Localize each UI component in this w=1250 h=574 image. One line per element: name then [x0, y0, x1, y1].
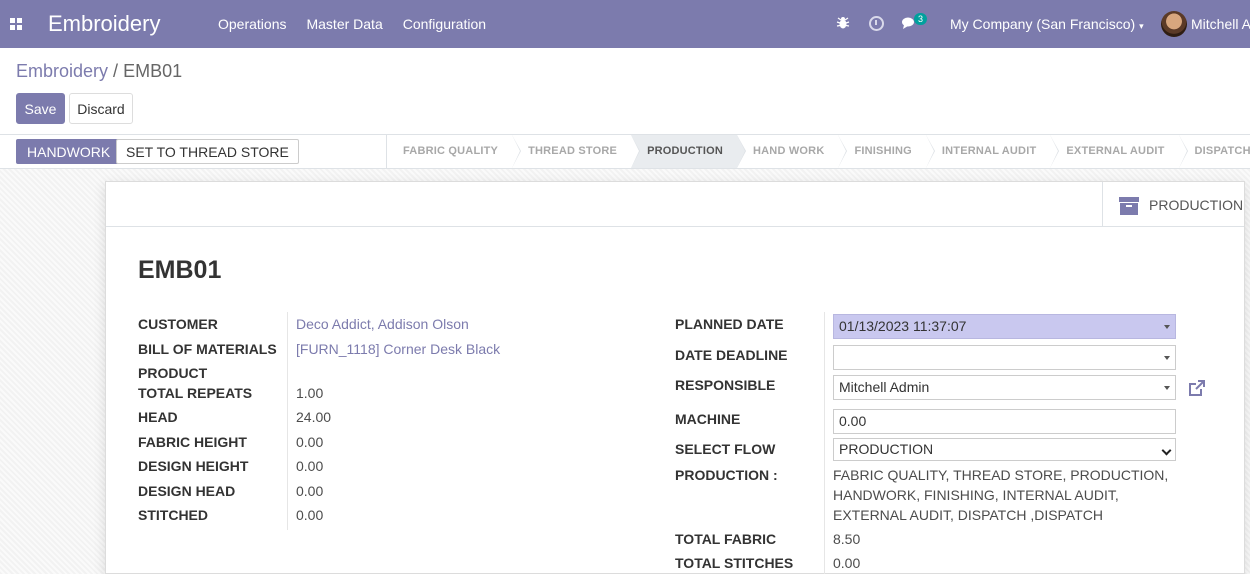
- responsible-value: Mitchell Admin: [839, 379, 930, 395]
- product-label: PRODUCT: [138, 365, 208, 381]
- date-deadline-input[interactable]: [833, 345, 1176, 370]
- stage-thread-store[interactable]: THREAD STORE: [512, 135, 641, 168]
- record-title: EMB01: [138, 256, 222, 284]
- production-smart-button[interactable]: PRODUCTION: [1102, 182, 1244, 227]
- right-group-divider: [824, 312, 825, 574]
- customer-value[interactable]: Deco Addict, Addison Olson: [296, 316, 469, 332]
- planned-date-label: PLANNED DATE: [675, 316, 784, 332]
- external-link-icon[interactable]: [1187, 378, 1207, 398]
- bom-label: BILL OF MATERIALS: [138, 341, 277, 357]
- stage-hand-work[interactable]: HAND WORK: [737, 135, 848, 168]
- fabric-height-label: FABRIC HEIGHT: [138, 434, 247, 450]
- select-flow-label: SELECT FLOW: [675, 441, 776, 457]
- head-value: 24.00: [296, 409, 332, 425]
- planned-date-value: 01/13/2023 11:37:07: [839, 318, 967, 334]
- machine-value: 0.00: [839, 413, 867, 429]
- clock-icon[interactable]: [869, 16, 884, 31]
- archive-icon: [1119, 197, 1139, 215]
- breadcrumb-current: EMB01: [123, 61, 183, 81]
- date-deadline-label: DATE DEADLINE: [675, 347, 788, 363]
- breadcrumb-parent[interactable]: Embroidery: [16, 61, 108, 81]
- handwork-button[interactable]: HANDWORK: [16, 139, 122, 164]
- production-flow-text: FABRIC QUALITY, THREAD STORE, PRODUCTION…: [833, 467, 1169, 523]
- caret-down-icon: [1164, 386, 1170, 390]
- main-menu: Operations Master Data Configuration: [218, 16, 486, 32]
- stitched-value: 0.00: [296, 507, 324, 523]
- user-name[interactable]: Mitchell Admin: [1191, 16, 1250, 32]
- responsible-input[interactable]: Mitchell Admin: [833, 375, 1176, 400]
- chevron-down-icon: [1161, 445, 1172, 456]
- design-height-label: DESIGN HEIGHT: [138, 458, 249, 474]
- total-fabric-label: TOTAL FABRIC: [675, 531, 777, 547]
- bug-icon[interactable]: [836, 16, 850, 30]
- total-repeats-value: 1.00: [296, 385, 324, 401]
- breadcrumb: Embroidery / EMB01: [16, 61, 182, 82]
- company-switcher[interactable]: My Company (San Francisco) ▾: [950, 16, 1144, 32]
- menu-master-data[interactable]: Master Data: [306, 16, 382, 32]
- machine-label: MACHINE: [675, 411, 741, 427]
- total-stitches-value: 0.00: [833, 555, 861, 571]
- apps-menu-icon[interactable]: [10, 18, 22, 30]
- stage-pipeline: FABRIC QUALITY THREAD STORE PRODUCTION H…: [386, 135, 1250, 168]
- stage-production[interactable]: PRODUCTION: [631, 135, 746, 168]
- discard-button[interactable]: Discard: [69, 93, 133, 124]
- total-repeats-label: TOTAL REPEATS: [138, 385, 253, 401]
- design-head-label: DESIGN HEAD: [138, 483, 236, 499]
- company-name: My Company (San Francisco): [950, 16, 1136, 32]
- smart-button-label: PRODUCTION: [1149, 197, 1244, 213]
- total-stitches-label: TOTAL STITCHES: [675, 555, 794, 571]
- fabric-height-value: 0.00: [296, 434, 324, 450]
- save-button[interactable]: Save: [16, 93, 65, 124]
- select-flow-value: PRODUCTION: [839, 441, 934, 457]
- status-bar: HANDWORK SET TO THREAD STORE FABRIC QUAL…: [0, 134, 1250, 169]
- production-label: PRODUCTION :: [675, 467, 778, 483]
- select-flow-dropdown[interactable]: PRODUCTION: [833, 438, 1176, 461]
- machine-input[interactable]: 0.00: [833, 409, 1176, 434]
- app-name[interactable]: Embroidery: [48, 11, 160, 37]
- responsible-label: RESPONSIBLE: [675, 377, 776, 393]
- stage-fabric-quality[interactable]: FABRIC QUALITY: [387, 135, 522, 168]
- smart-button-box: PRODUCTION: [106, 182, 1244, 227]
- bom-value[interactable]: [FURN_1118] Corner Desk Black: [296, 341, 500, 357]
- messages-badge: 3: [914, 13, 928, 25]
- menu-operations[interactable]: Operations: [218, 16, 286, 32]
- stage-external-audit[interactable]: EXTERNAL AUDIT: [1050, 135, 1188, 168]
- chevron-down-icon: ▾: [1139, 21, 1144, 31]
- stage-internal-audit[interactable]: INTERNAL AUDIT: [926, 135, 1060, 168]
- stage-finishing[interactable]: FINISHING: [838, 135, 936, 168]
- design-head-value: 0.00: [296, 483, 324, 499]
- stage-dispatch[interactable]: DISPATCH: [1179, 135, 1250, 168]
- top-navbar: Embroidery Operations Master Data Config…: [0, 0, 1250, 48]
- planned-date-input[interactable]: 01/13/2023 11:37:07: [833, 314, 1176, 339]
- customer-label: CUSTOMER: [138, 316, 218, 332]
- left-group-divider: [287, 312, 288, 530]
- caret-down-icon: [1164, 325, 1170, 329]
- total-fabric-value: 8.50: [833, 531, 861, 547]
- avatar[interactable]: [1161, 11, 1187, 37]
- stitched-label: STITCHED: [138, 507, 208, 523]
- set-to-thread-store-button[interactable]: SET TO THREAD STORE: [116, 139, 299, 164]
- head-label: HEAD: [138, 409, 178, 425]
- caret-down-icon: [1164, 356, 1170, 360]
- menu-configuration[interactable]: Configuration: [403, 16, 486, 32]
- breadcrumb-separator: /: [113, 61, 119, 81]
- design-height-value: 0.00: [296, 458, 324, 474]
